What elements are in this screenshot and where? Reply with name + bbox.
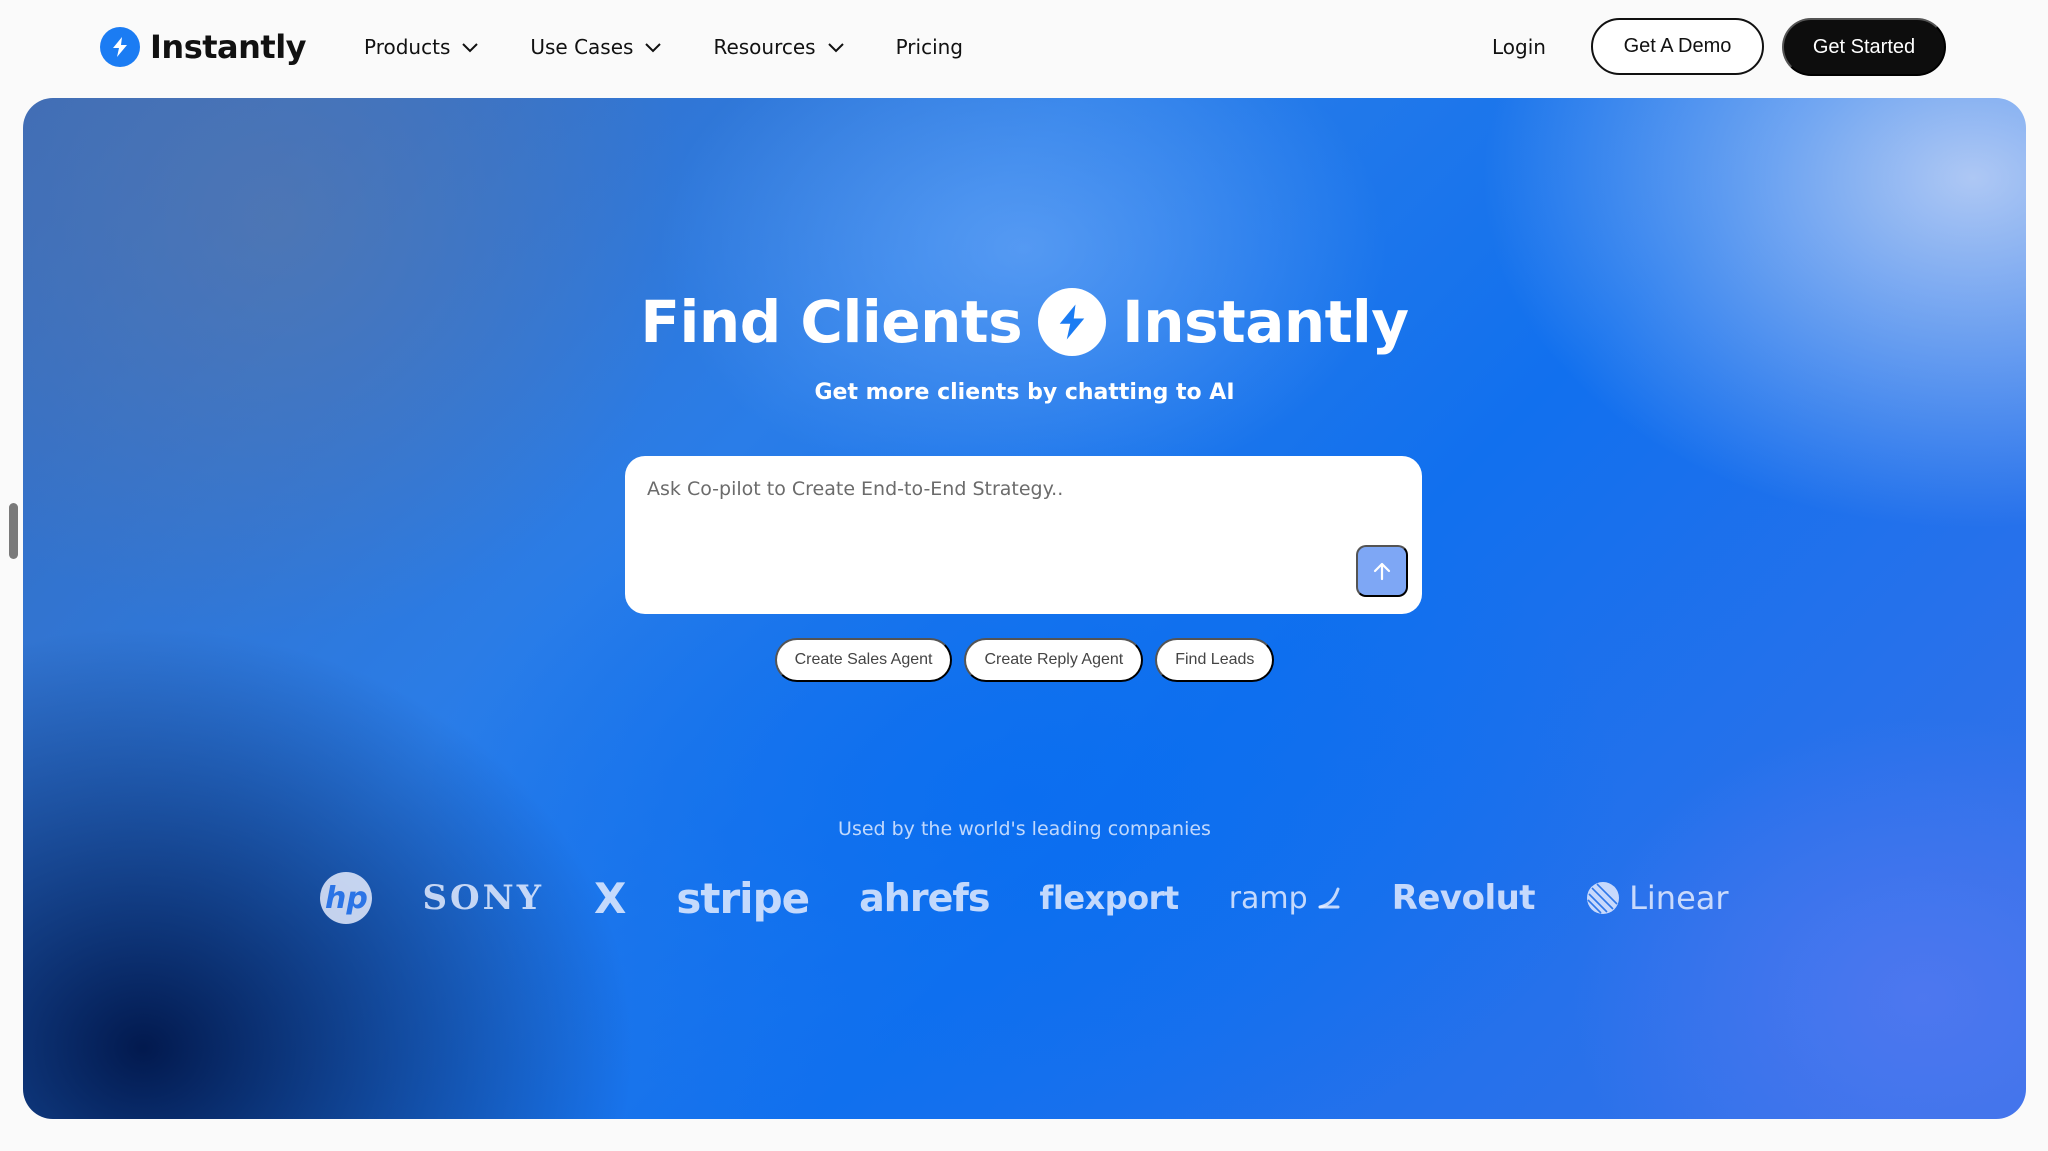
arrow-up-icon — [1373, 562, 1391, 581]
headline-text-left: Find Clients — [640, 288, 1023, 356]
get-started-button[interactable]: Get Started — [1782, 18, 1946, 76]
lightning-bolt-icon — [1038, 288, 1107, 356]
logo-revolut: Revolut — [1391, 878, 1536, 918]
ramp-mark-icon — [1318, 887, 1340, 909]
menu-item-label: Use Cases — [530, 35, 634, 59]
chevron-down-icon — [645, 43, 662, 53]
chevron-down-icon — [462, 43, 479, 53]
logo-stripe: stripe — [676, 873, 810, 923]
menu-item-label: Products — [364, 35, 451, 59]
menu-item-products[interactable]: Products — [364, 30, 480, 64]
used-by-caption: Used by the world's leading companies — [838, 818, 1211, 840]
linear-wordmark: Linear — [1629, 879, 1729, 917]
scrollbar-thumb[interactable] — [9, 503, 18, 559]
main-menu: Products Use Cases Resources Pricing — [364, 30, 1013, 64]
logo-hp: hp — [320, 872, 373, 924]
ramp-wordmark: ramp — [1228, 880, 1308, 916]
menu-item-resources[interactable]: Resources — [713, 30, 845, 64]
hero-section: Find Clients Instantly Get more clients … — [23, 98, 2026, 1119]
lightning-bolt-icon — [100, 27, 140, 67]
logo-x: X — [594, 873, 627, 923]
get-a-demo-button[interactable]: Get A Demo — [1591, 18, 1764, 75]
linear-mark-icon — [1587, 882, 1620, 914]
chip-create-reply-agent[interactable]: Create Reply Agent — [964, 638, 1144, 682]
logo-ahrefs: ahrefs — [859, 876, 990, 920]
logo-sony: SONY — [422, 878, 544, 918]
headline-text-right: Instantly — [1122, 288, 1409, 356]
logo-flexport: flexport — [1039, 879, 1180, 917]
brand-name: Instantly — [150, 28, 307, 66]
top-navigation: Instantly Products Use Cases Resources P… — [0, 0, 2048, 98]
copilot-prompt-input[interactable] — [647, 474, 1387, 504]
menu-item-label: Pricing — [895, 35, 964, 59]
hero-subtitle: Get more clients by chatting to AI — [814, 380, 1235, 405]
copilot-prompt-box — [625, 456, 1422, 614]
menu-item-use-cases[interactable]: Use Cases — [530, 30, 663, 64]
hero-headline: Find Clients Instantly — [23, 288, 2026, 356]
chip-find-leads[interactable]: Find Leads — [1155, 638, 1275, 682]
suggestion-chips: Create Sales Agent Create Reply Agent Fi… — [23, 638, 2026, 682]
brand-logo-link[interactable]: Instantly — [100, 26, 307, 68]
chevron-down-icon — [827, 43, 844, 53]
login-link[interactable]: Login — [1492, 30, 1546, 64]
send-prompt-button[interactable] — [1356, 545, 1408, 597]
hp-logo-mark: hp — [320, 872, 373, 924]
logo-linear: Linear — [1585, 879, 1729, 917]
menu-item-label: Resources — [713, 35, 816, 59]
chip-create-sales-agent[interactable]: Create Sales Agent — [774, 638, 953, 682]
menu-item-pricing[interactable]: Pricing — [896, 30, 963, 64]
logo-ramp: ramp — [1229, 881, 1342, 916]
customer-logos: hp SONY X stripe ahrefs flexport ramp Re… — [23, 868, 2026, 928]
